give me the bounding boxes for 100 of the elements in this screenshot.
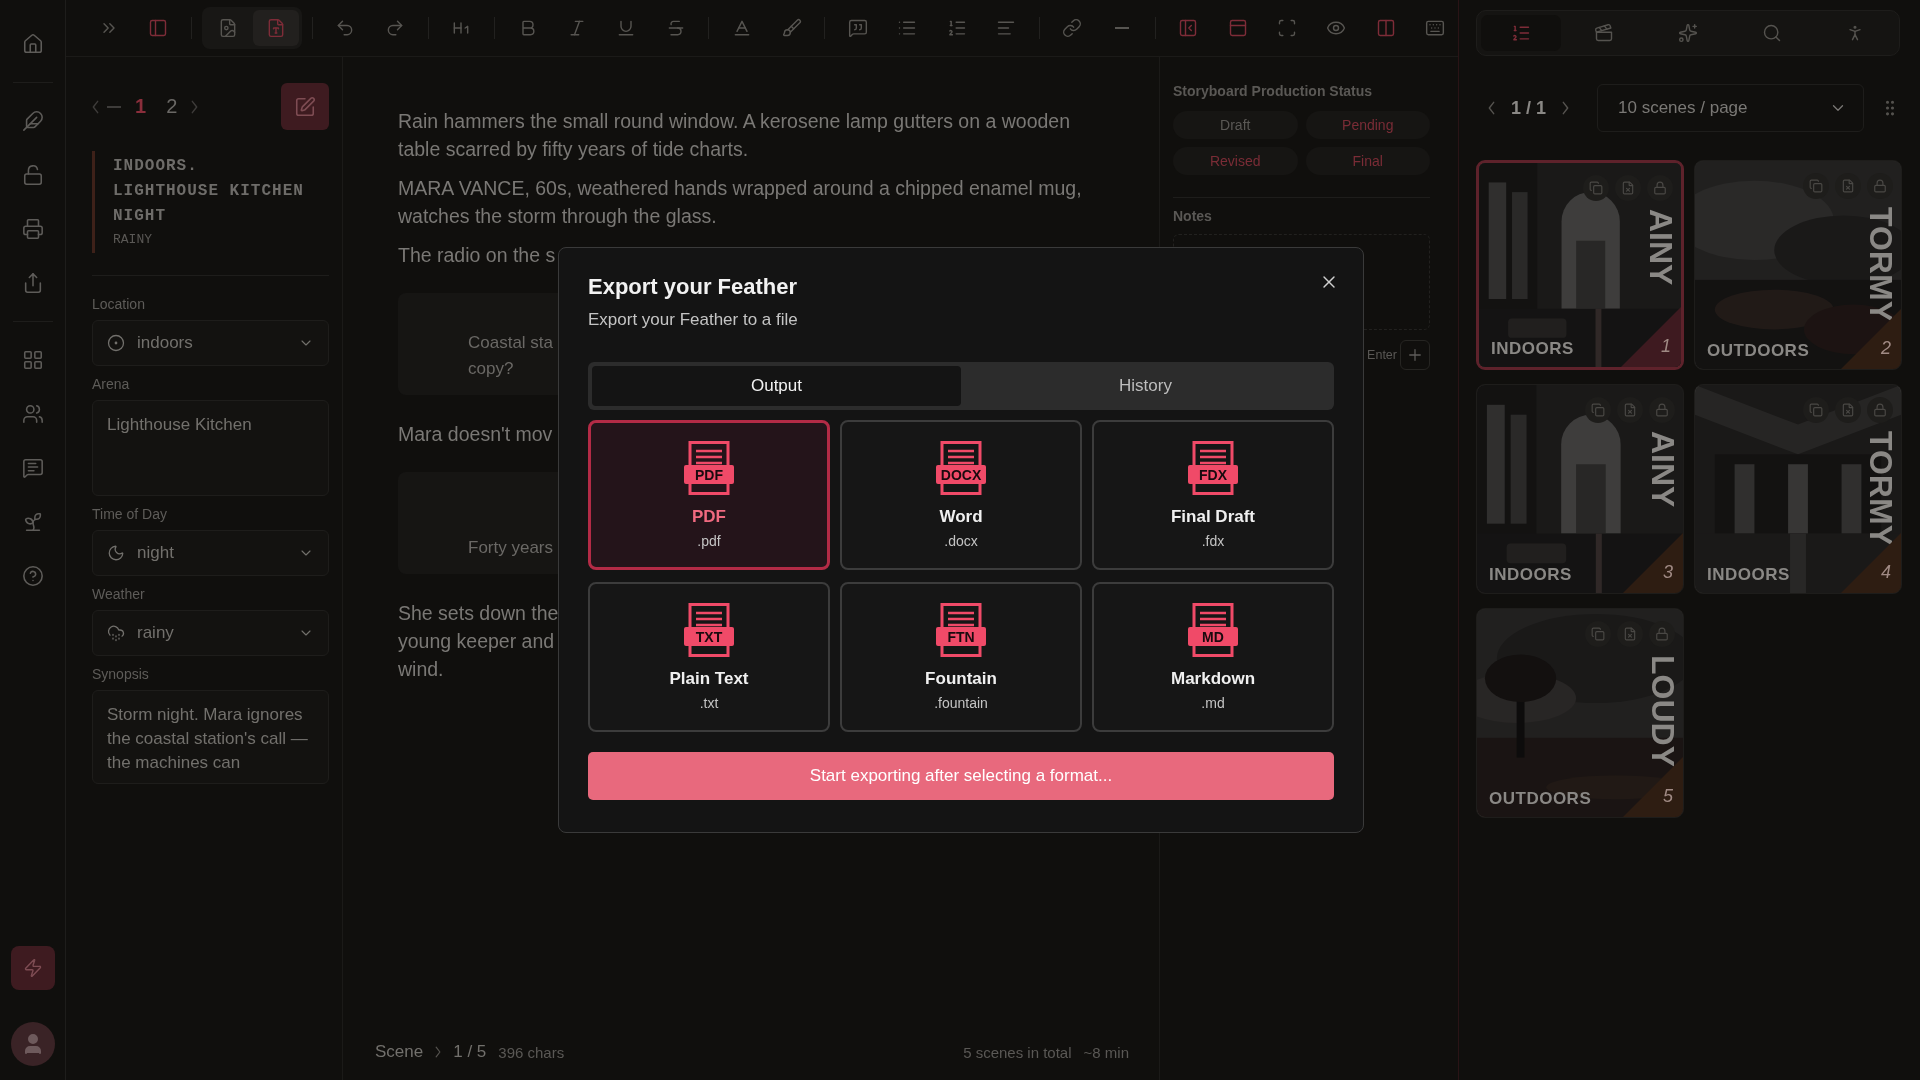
location-label: OUTDOORS [1489,789,1592,809]
page-size-select[interactable]: 10 scenes / page [1597,84,1864,132]
fullscreen-icon [1277,18,1297,38]
dialog-subtitle: Export your Feather to a file [588,310,798,330]
print-icon [21,218,44,240]
text-area[interactable]: Lighthouse Kitchen [92,400,329,496]
status-chip[interactable]: Draft [1173,111,1298,139]
script-line: Mara doesn't mov [398,422,553,447]
chevron-left-icon [1488,101,1495,115]
location-label: OUTDOORS [1707,341,1810,361]
weather-label: LOUDY [1647,655,1679,767]
format-card[interactable]: FTN Fountain .fountain [840,582,1082,732]
scene-thumbnail[interactable]: AINY INDOORS 3 [1476,384,1684,594]
chat-icon [21,457,44,479]
char-count: 396 chars [498,1043,565,1061]
quick-action-button[interactable] [10,946,55,990]
chevron-right-icon [191,99,199,114]
format-card[interactable]: MD Markdown .md [1092,582,1334,732]
card-line: Coastal sta [468,332,554,354]
corner-flag [1623,533,1683,593]
weather-label: AINY [1647,431,1679,508]
format-badge: FDX [1188,465,1238,484]
format-name: PDF [692,507,726,527]
align-left-icon [996,18,1017,38]
format-name: Final Draft [1170,507,1256,527]
format-name: Fountain [925,669,997,689]
text-file-button[interactable] [252,10,299,46]
scene-thumbnail[interactable]: LOUDY OUTDOORS 5 [1476,608,1684,818]
keyboard-icon [1425,18,1446,38]
scene-thumbnail[interactable]: AINY INDOORS 1 [1476,160,1684,370]
location-label: INDOORS [1707,565,1790,585]
format-badge: MD [1188,627,1238,646]
dialog-tab[interactable]: History [961,366,1330,406]
notes-label: Notes [1173,208,1213,224]
users-icon [21,403,44,425]
corner-flag [1621,307,1681,367]
format-badge: TXT [684,627,734,646]
field-label: Synopsis [92,666,150,682]
card-line: Forty years [468,537,554,559]
format-badge: FTN [936,627,986,646]
script-line: table scarred by fifty years of tide charts. [398,137,749,162]
file-extension: .fdx [1201,533,1225,549]
numbered-list-tab[interactable] [1481,15,1561,51]
scene-number: 3 [1663,562,1673,583]
format-name: Markdown [1170,669,1256,689]
columns-icon [1375,18,1396,38]
edit-button[interactable] [281,83,329,130]
format-card[interactable]: DOCX Word .docx [840,420,1082,570]
pen-square-icon [294,95,316,118]
select-field[interactable]: night [92,530,329,576]
field-label: Weather [92,586,146,602]
chevron-right-icon [435,1046,442,1058]
script-line: The radio on the s [398,243,556,268]
export-button[interactable]: Start exporting after selecting a format... [588,752,1334,800]
scene-heading-line: NIGHT [113,207,167,225]
panel-top-icon [1227,18,1248,38]
scene-thumbnail[interactable]: TORMY INDOORS 4 [1694,384,1902,594]
chevron-left-icon [92,99,99,114]
format-badge: DOCX [936,465,986,484]
weather-label: TORMY [1865,431,1897,546]
format-name: Plain Text [669,669,749,689]
scene-number: 4 [1881,562,1891,583]
add-button[interactable] [1400,340,1430,370]
quote-icon [847,18,868,38]
format-card[interactable]: PDF PDF .pdf [588,420,830,570]
link-icon [1062,18,1083,38]
field-label: Location [92,296,146,312]
sidebar-icon [148,18,169,38]
weather-label: AINY [1645,209,1677,286]
search-icon [1761,23,1782,43]
script-line: young keeper and [398,629,555,654]
dash-icon [107,105,121,108]
duration-estimate: ~8 min [1083,1043,1129,1061]
file-extension: .txt [699,695,719,711]
select-field[interactable]: rainy [92,610,329,656]
format-card[interactable]: FDX Final Draft .fdx [1092,420,1334,570]
user-avatar[interactable] [10,1022,55,1066]
field-label: Arena [92,376,131,392]
dash-icon [1114,27,1129,29]
scene-number: 5 [1663,786,1673,807]
card-line: copy? [468,358,514,380]
format-card[interactable]: TXT Plain Text .txt [588,582,830,732]
page-number[interactable]: 2 [160,95,184,118]
select-field[interactable]: indoors [92,320,329,366]
dialog-tab[interactable]: Output [592,366,961,406]
brush-icon [781,18,802,38]
script-line: Rain hammers the small round window. A kerosene lamp gutters on a wooden [398,109,1071,134]
weather-label: TORMY [1865,207,1897,322]
scene-thumbnail[interactable]: TORMY OUTDOORS 2 [1694,160,1902,370]
moon-icon [107,544,125,562]
field-label: Time of Day [92,506,168,522]
clapperboard-icon [1594,23,1615,43]
file-extension: .fountain [934,695,988,711]
text-area[interactable]: Storm night. Mara ignores the coastal station's call — the machines can [92,690,329,784]
feather-icon [21,110,44,132]
format-name: Word [939,507,983,527]
scene-heading-line: LIGHTHOUSE KITCHEN [113,182,305,200]
scene-total: 5 scenes in total [963,1043,1072,1061]
circle-dot-icon [107,334,125,352]
help-icon [21,565,44,587]
